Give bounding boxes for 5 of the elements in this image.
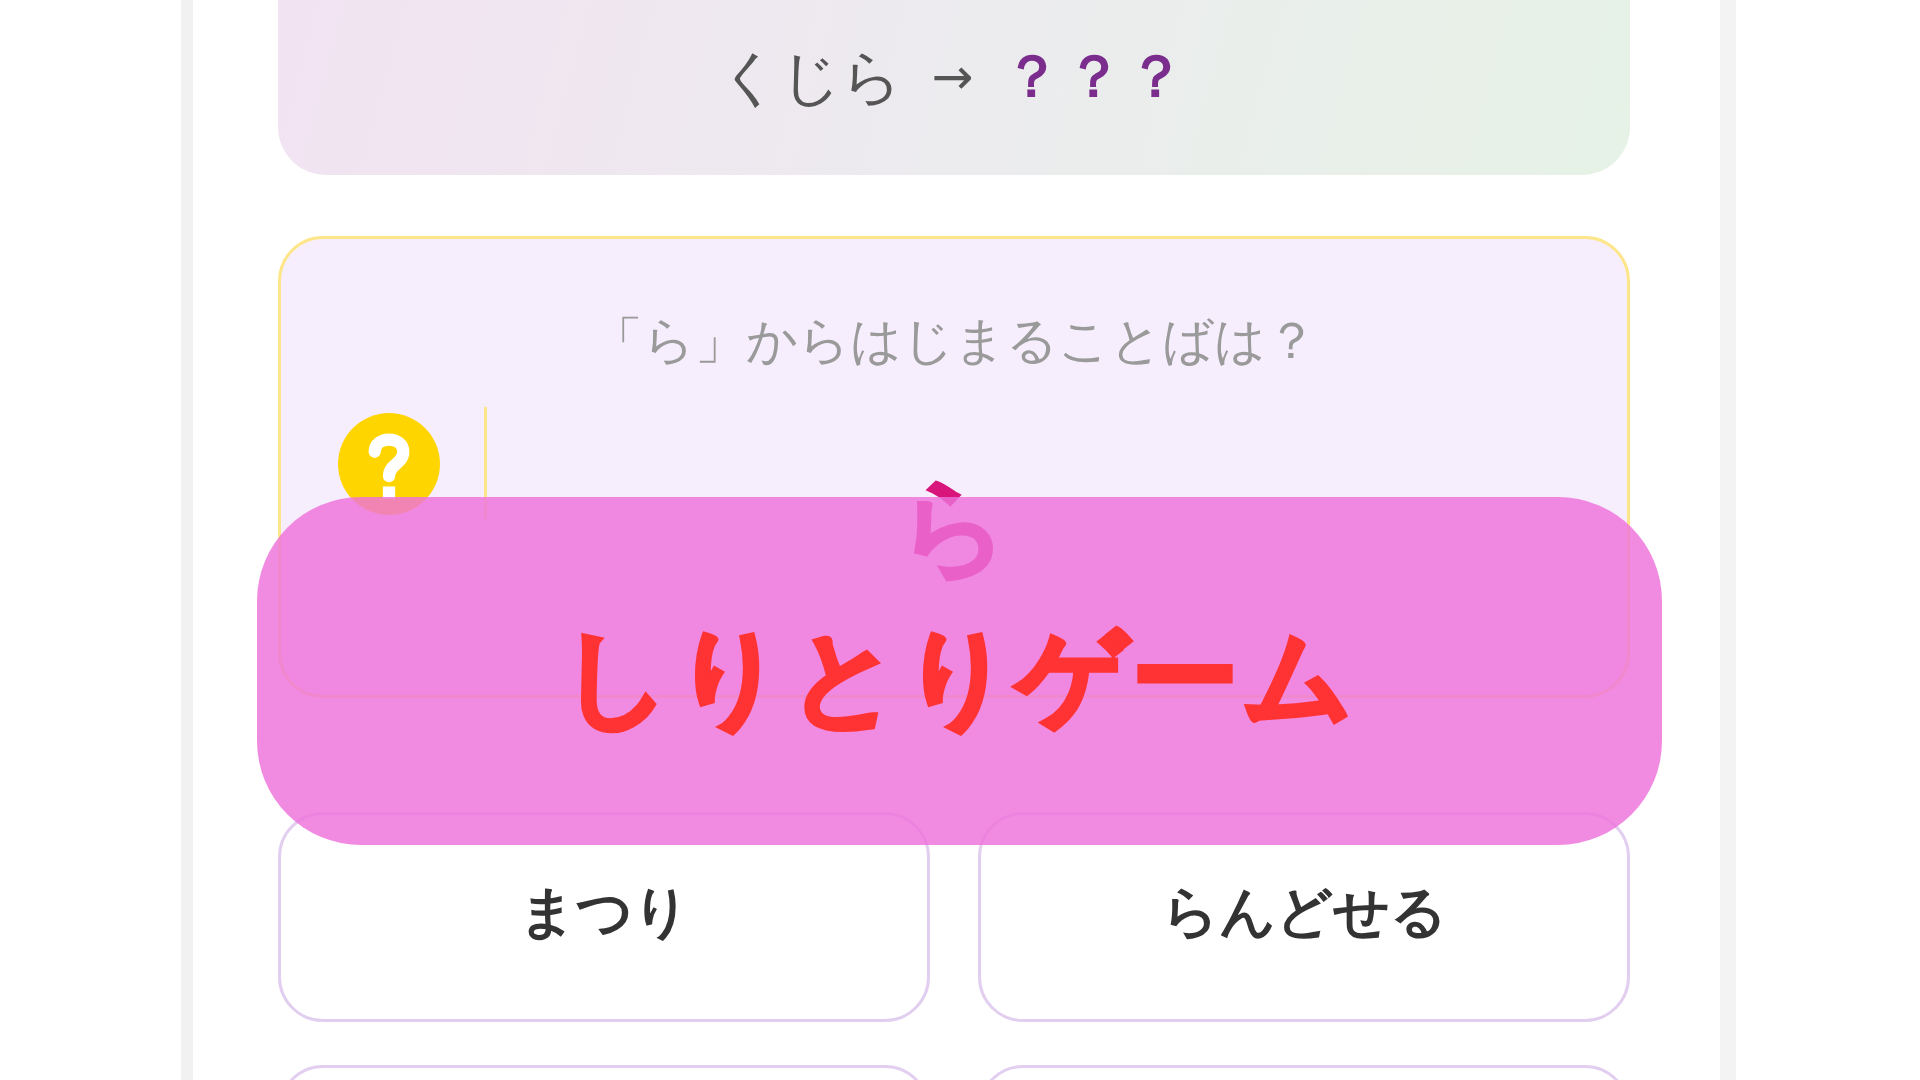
previous-word: くじら (718, 40, 902, 113)
start-letter: ら (898, 473, 1010, 582)
hidden-next-word: ？？？ (1003, 41, 1190, 112)
question-prompt: 「ら」からはじまることばは？ (591, 310, 1317, 372)
arrow-sign: → (931, 46, 974, 107)
